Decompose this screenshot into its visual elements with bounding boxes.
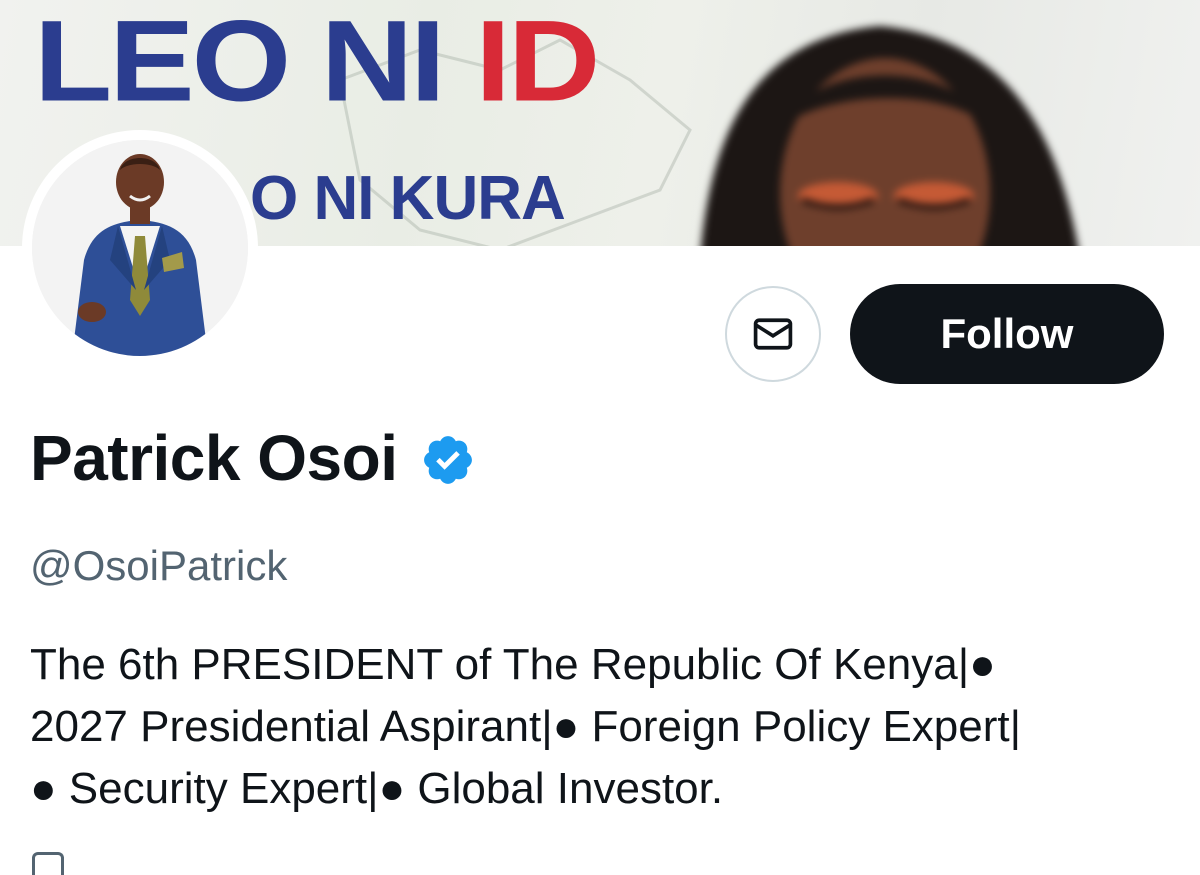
bio-line: ● Security Expert|● Global Investor.	[30, 764, 724, 813]
name-row: Patrick Osoi	[30, 420, 476, 497]
location-icon	[32, 852, 64, 875]
message-button[interactable]	[725, 286, 821, 382]
banner-title: LEO NI ID	[34, 4, 600, 119]
banner-title-blue: LEO NI	[34, 0, 476, 126]
banner-title-red: ID	[475, 0, 600, 126]
profile-avatar[interactable]	[22, 130, 258, 366]
envelope-icon	[753, 318, 793, 350]
avatar-photo	[32, 140, 248, 356]
bio-line: The 6th PRESIDENT of The Republic Of Ken…	[30, 640, 996, 689]
profile-bio: The 6th PRESIDENT of The Republic Of Ken…	[30, 634, 1180, 820]
follow-button[interactable]: Follow	[850, 284, 1164, 384]
avatar-portrait	[32, 140, 248, 356]
banner-portrait-photo	[701, 26, 1078, 246]
bio-line: 2027 Presidential Aspirant|● Foreign Pol…	[30, 702, 1022, 751]
display-name: Patrick Osoi	[30, 422, 398, 494]
verified-badge-icon[interactable]	[420, 432, 476, 488]
banner-subtitle: O NI KURA	[250, 164, 566, 233]
profile-handle: @OsoiPatrick	[30, 542, 288, 589]
